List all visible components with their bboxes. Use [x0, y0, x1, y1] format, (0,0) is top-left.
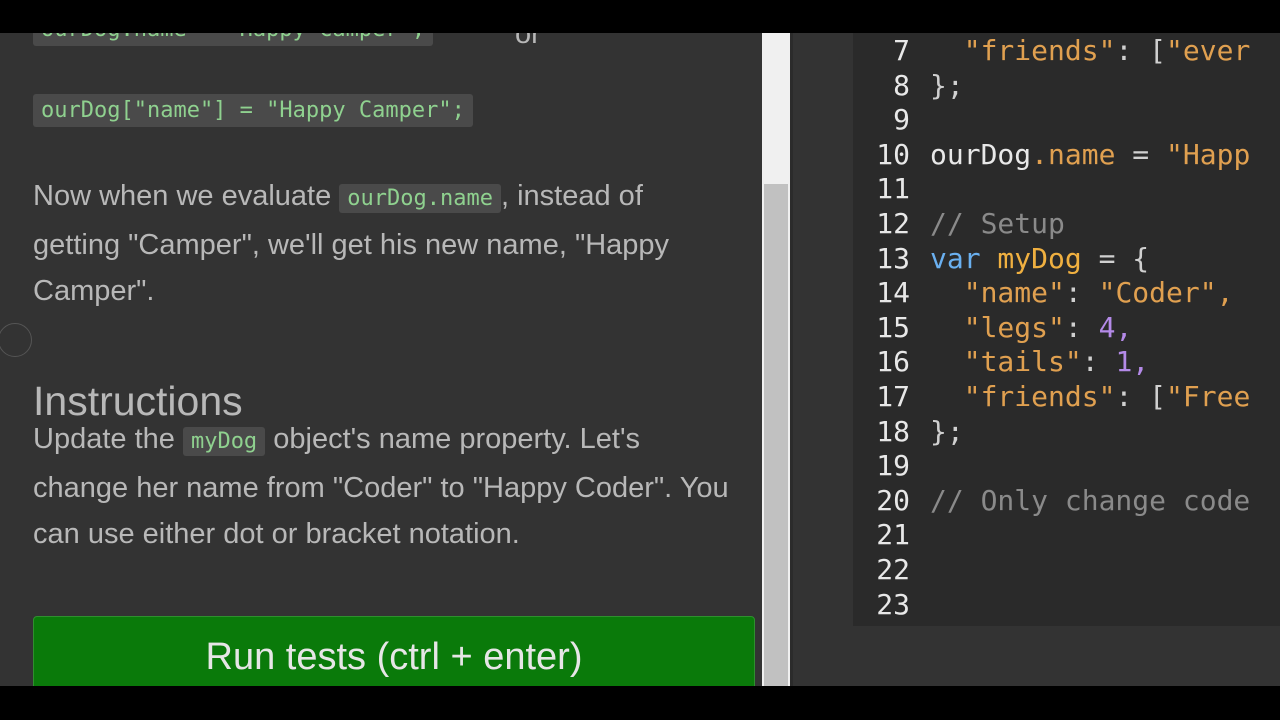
- code-token: "name": [963, 276, 1065, 310]
- code-token: :: [1064, 310, 1099, 344]
- line-number: 19: [876, 449, 910, 483]
- code-token: // Only change code: [930, 483, 1251, 517]
- line-number: 23: [876, 587, 910, 621]
- line-number: 21: [876, 518, 910, 552]
- code-editor[interactable]: 7 "friends": ["ever 8}; 9 10 ourDog.name = "…: [853, 33, 1280, 626]
- code-token: "Free: [1166, 380, 1251, 413]
- line-number: 15: [876, 310, 910, 344]
- code-token: "friends": [963, 380, 1116, 413]
- code-token: = {: [1081, 241, 1150, 275]
- code-snippet-bracket-text: ourDog["name"] = "Happy Camper";: [41, 98, 465, 123]
- code-line[interactable]: 20 // Only change code: [793, 484, 1250, 518]
- code-line[interactable]: 13 var myDog = {: [793, 242, 1149, 276]
- code-token: "Coder",: [1098, 276, 1234, 310]
- code-token: "Happ: [1166, 137, 1251, 171]
- code-token: .name: [1031, 137, 1116, 171]
- paragraph-evaluate-a: Now when we evaluate: [33, 180, 340, 212]
- code-snippet-dot-text: ourDog.name = "Happy Camper";: [41, 33, 425, 42]
- code-token: myDog: [980, 241, 1082, 275]
- line-number: 16: [876, 345, 910, 379]
- code-token: : [: [1115, 34, 1167, 67]
- code-line[interactable]: 9: [793, 103, 930, 137]
- code-token: // Setup: [930, 207, 1065, 240]
- code-line[interactable]: 8};: [793, 69, 964, 103]
- code-line[interactable]: 16 "tails": 1,: [793, 345, 1149, 379]
- paragraph-instructions: Update the myDog object's name property.…: [33, 416, 733, 557]
- code-token: };: [930, 68, 964, 102]
- code-token: :: [1064, 276, 1099, 310]
- code-panel: 7 "friends": ["ever 8}; 9 10 ourDog.name = "…: [793, 33, 1280, 686]
- code-line[interactable]: 15 "legs": 4,: [793, 311, 1132, 345]
- code-line[interactable]: 23: [793, 588, 930, 622]
- code-token: 1,: [1115, 345, 1150, 379]
- top-black-bar: [0, 0, 1280, 33]
- code-line[interactable]: 17 "friends": ["Free: [793, 380, 1250, 414]
- lesson-scrollbar-thumb[interactable]: [764, 184, 788, 686]
- code-token: : [: [1115, 380, 1167, 413]
- code-token: "tails": [963, 345, 1082, 379]
- code-line[interactable]: 10 ourDog.name = "Happ: [793, 138, 1250, 172]
- code-line[interactable]: 14 "name": "Coder",: [793, 276, 1233, 310]
- line-number: 7: [893, 34, 910, 67]
- code-line[interactable]: 7 "friends": ["ever: [793, 34, 1250, 68]
- code-token: "friends": [963, 34, 1116, 67]
- code-snippet-bracket: ourDog["name"] = "Happy Camper";: [33, 94, 473, 127]
- line-number: 12: [876, 207, 910, 240]
- line-number: 20: [876, 483, 910, 517]
- code-token: };: [930, 414, 964, 448]
- line-number: 18: [876, 414, 910, 448]
- code-line[interactable]: 12 // Setup: [793, 207, 1065, 241]
- line-number: 17: [876, 380, 910, 413]
- code-line[interactable]: 18};: [793, 414, 964, 449]
- line-number: 9: [893, 103, 910, 137]
- code-snippet-dot: ourDog.name = "Happy Camper";: [33, 33, 434, 46]
- inline-code-ourdog-name: ourDog.name: [339, 184, 501, 213]
- code-token: var: [930, 241, 981, 275]
- code-token: ourDog: [930, 137, 1032, 171]
- code-line[interactable]: 21: [793, 518, 930, 552]
- paragraph-instructions-a: Update the: [33, 423, 183, 455]
- or-text: or: [515, 33, 541, 50]
- bottom-black-bar: [0, 686, 1280, 720]
- code-line[interactable]: 19: [793, 449, 930, 483]
- mouse-cursor-ring: [0, 323, 32, 357]
- line-number: 8: [893, 68, 910, 102]
- code-line[interactable]: 22: [793, 553, 930, 587]
- line-number: 10: [876, 137, 910, 171]
- lesson-panel: ourDog.name = "Happy Camper"; or ourDog[…: [0, 33, 762, 686]
- code-line[interactable]: 11: [793, 172, 930, 206]
- code-token: =: [1115, 137, 1167, 171]
- code-token: 4,: [1098, 310, 1133, 344]
- line-number: 22: [876, 553, 910, 586]
- code-token: "legs": [963, 310, 1065, 344]
- line-number: 11: [876, 172, 910, 206]
- code-token: :: [1081, 345, 1116, 379]
- line-number: 13: [876, 241, 910, 275]
- inline-code-mydog: myDog: [182, 427, 266, 456]
- line-number: 14: [876, 276, 910, 310]
- code-token: "ever: [1166, 34, 1251, 67]
- paragraph-evaluate: Now when we evaluate ourDog.name, instea…: [33, 173, 733, 314]
